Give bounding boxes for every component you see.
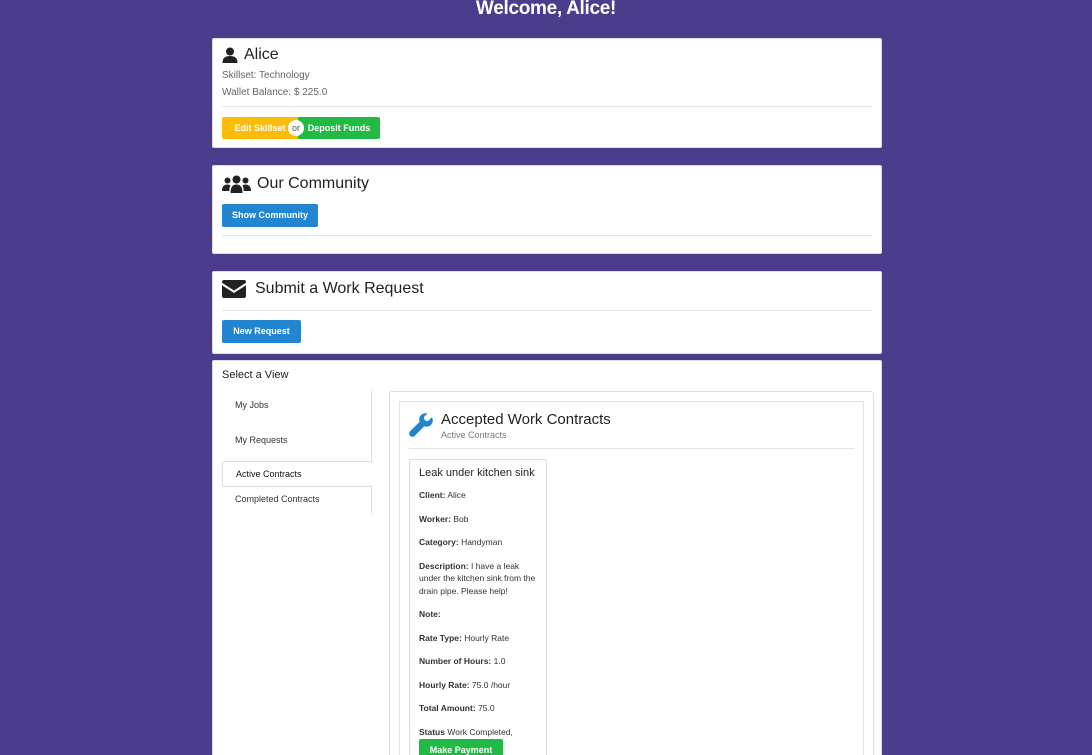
tab-my-requests[interactable]: My Requests bbox=[222, 426, 372, 461]
contracts-title: Accepted Work Contracts bbox=[441, 411, 611, 428]
contracts-header: Accepted Work Contracts Active Contracts bbox=[409, 411, 611, 440]
divider bbox=[409, 448, 854, 449]
total-label: Total Amount: bbox=[419, 703, 476, 713]
contract-worker: Worker: Bob bbox=[419, 513, 537, 526]
community-title: Our Community bbox=[257, 175, 370, 192]
community-card: Our Community Show Community bbox=[212, 165, 882, 254]
work-request-header: Submit a Work Request bbox=[222, 280, 424, 298]
users-icon bbox=[222, 175, 251, 193]
view-card: Select a View My Jobs My Requests Active… bbox=[212, 360, 882, 755]
view-tabs: My Jobs My Requests Active Contracts Com… bbox=[222, 391, 373, 513]
divider bbox=[222, 106, 872, 107]
contracts-subtitle: Active Contracts bbox=[441, 430, 507, 440]
status-label: Status bbox=[419, 726, 445, 737]
contracts-panel: Accepted Work Contracts Active Contracts… bbox=[399, 401, 864, 755]
profile-name: Alice bbox=[244, 46, 279, 63]
envelope-icon bbox=[222, 280, 246, 298]
or-divider: or bbox=[288, 120, 304, 136]
client-value: Alice bbox=[447, 490, 466, 500]
user-icon bbox=[222, 47, 238, 63]
contract-note: Note: bbox=[419, 608, 537, 621]
description-label: Description: bbox=[419, 560, 469, 571]
show-community-button[interactable]: Show Community bbox=[222, 204, 318, 227]
contract-hourly-rate: Hourly Rate: 75.0 /hour bbox=[419, 679, 537, 692]
hours-value: 1.0 bbox=[493, 656, 506, 666]
category-label: Category: bbox=[419, 537, 459, 547]
tab-content: Accepted Work Contracts Active Contracts… bbox=[389, 391, 874, 755]
profile-card: Alice Skillset: Technology Wallet Balanc… bbox=[212, 38, 882, 148]
worker-value: Bob bbox=[453, 513, 469, 524]
worker-label: Worker: bbox=[419, 513, 451, 524]
hourly-rate-value: 75.0 /hour bbox=[471, 679, 511, 690]
profile-header: Alice bbox=[222, 46, 279, 64]
contract-category: Category: Handyman bbox=[419, 536, 537, 549]
view-title: Select a View bbox=[222, 369, 289, 381]
profile-skillset: Skillset: Technology bbox=[222, 70, 310, 81]
divider bbox=[222, 310, 872, 311]
profile-button-group: Edit Skillset or Deposit Funds bbox=[222, 117, 380, 139]
divider bbox=[222, 235, 872, 236]
work-request-card: Submit a Work Request New Request bbox=[212, 271, 882, 354]
rate-type-label: Rate Type: bbox=[419, 632, 462, 643]
note-label: Note: bbox=[419, 609, 441, 619]
community-header: Our Community bbox=[222, 175, 369, 193]
page-title: Welcome, Alice! bbox=[475, 0, 617, 19]
contract-rate-type: Rate Type: Hourly Rate bbox=[419, 632, 537, 645]
contract-card: Leak under kitchen sink Client: Alice Wo… bbox=[409, 459, 547, 755]
tab-active-contracts[interactable]: Active Contracts bbox=[222, 461, 373, 487]
total-value: 75.0 bbox=[478, 703, 495, 713]
contract-title: Leak under kitchen sink bbox=[419, 467, 535, 479]
category-value: Handyman bbox=[461, 537, 503, 547]
contract-client: Client: Alice bbox=[419, 489, 537, 502]
contract-description: Description: I have a leak under the kit… bbox=[419, 560, 537, 598]
wrench-icon bbox=[409, 413, 433, 437]
hourly-rate-label: Hourly Rate: bbox=[419, 679, 470, 690]
tab-my-jobs[interactable]: My Jobs bbox=[222, 391, 372, 426]
new-request-button[interactable]: New Request bbox=[222, 320, 301, 343]
work-request-title: Submit a Work Request bbox=[255, 280, 424, 297]
client-label: Client: bbox=[419, 490, 446, 500]
hours-label: Number of Hours: bbox=[419, 656, 492, 666]
contract-total: Total Amount: 75.0 bbox=[419, 702, 537, 715]
make-payment-button[interactable]: Make Payment bbox=[419, 739, 503, 755]
edit-skillset-button[interactable]: Edit Skillset bbox=[222, 117, 298, 139]
rate-type-value: Hourly Rate bbox=[464, 632, 510, 643]
deposit-funds-button[interactable]: Deposit Funds bbox=[298, 117, 380, 139]
contract-hours: Number of Hours: 1.0 bbox=[419, 655, 537, 668]
tab-completed-contracts[interactable]: Completed Contracts bbox=[222, 487, 372, 513]
profile-wallet-balance: Wallet Balance: $ 225.0 bbox=[222, 87, 328, 98]
